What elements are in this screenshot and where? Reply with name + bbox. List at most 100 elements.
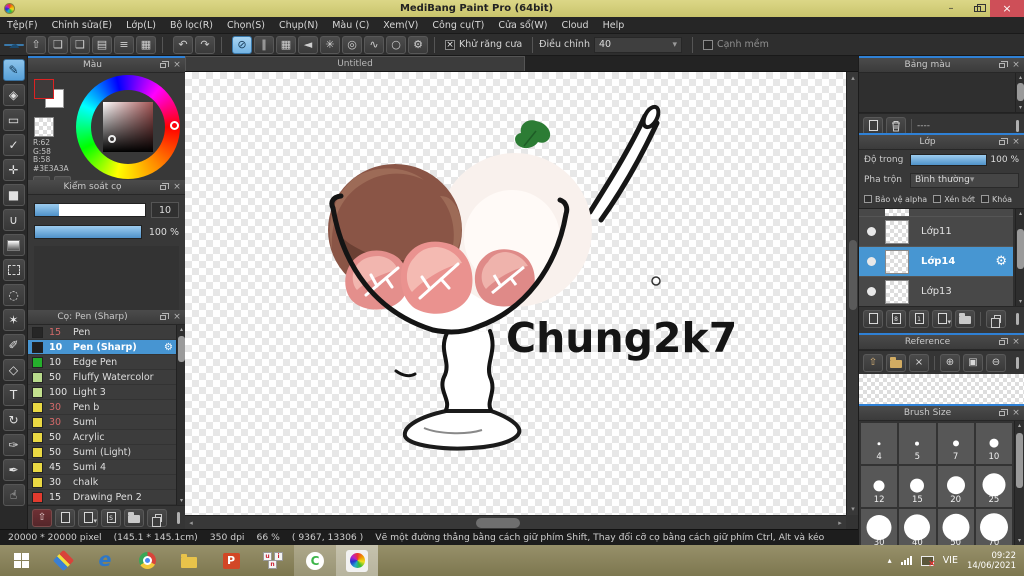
bluestacks-taskbar-icon[interactable]: [42, 545, 84, 576]
snap-concentric-button[interactable]: ◎: [342, 35, 362, 54]
scroll-down-icon[interactable]: [1016, 297, 1024, 306]
scroll-right-icon[interactable]: [834, 516, 846, 530]
brush-new-menu-button[interactable]: [78, 508, 98, 527]
brush-size-value[interactable]: 10: [151, 202, 179, 218]
layer-duplicate-button[interactable]: [986, 309, 1006, 328]
snap-settings-button[interactable]: ⚙: [408, 35, 428, 54]
snap-radial-button[interactable]: ✳: [320, 35, 340, 54]
scroll-thumb[interactable]: [849, 240, 857, 311]
lasso-tool[interactable]: ◌: [2, 284, 25, 306]
brush-size-cell[interactable]: 50: [937, 509, 974, 545]
color-wheel[interactable]: [76, 75, 180, 179]
dock-handle[interactable]: [177, 511, 180, 524]
brush-size-cell[interactable]: 15: [899, 466, 936, 507]
reference-zoom-out-button[interactable]: ⊖: [986, 353, 1006, 372]
menu-item[interactable]: Help: [596, 17, 632, 34]
menu-item[interactable]: Xem(V): [376, 17, 425, 34]
brush-item[interactable]: 15 Drawing Pen 2: [28, 490, 176, 505]
layer-row-partial[interactable]: [859, 209, 1013, 217]
menu-item[interactable]: Chỉnh sửa(E): [45, 17, 120, 34]
close-icon[interactable]: ×: [1010, 60, 1022, 71]
unikey-taskbar-icon[interactable]: u i n: [252, 545, 294, 576]
reference-preview[interactable]: [859, 374, 1024, 404]
redo-button[interactable]: ↷: [195, 35, 215, 54]
bucket-tool[interactable]: ∪: [2, 209, 25, 231]
figure-tool[interactable]: ▭: [2, 109, 25, 131]
reference-clear-button[interactable]: ×: [909, 353, 929, 372]
visibility-icon[interactable]: [867, 227, 876, 236]
scroll-down-icon[interactable]: [1016, 103, 1024, 112]
canvas-tab[interactable]: Untitled: [185, 56, 525, 71]
dock-handle[interactable]: [1016, 356, 1019, 369]
language-indicator[interactable]: VIE: [943, 555, 958, 566]
reference-fit-button[interactable]: ▣: [963, 353, 983, 372]
brush-size-cell[interactable]: 70: [975, 509, 1012, 545]
layer-1bit-button[interactable]: 1: [909, 309, 929, 328]
brush-opacity-slider[interactable]: [34, 225, 142, 239]
popout-icon[interactable]: [996, 137, 1008, 148]
sv-picker[interactable]: [103, 102, 153, 152]
gradient-tool[interactable]: [2, 234, 25, 256]
close-button[interactable]: ×: [990, 0, 1024, 17]
brush-item[interactable]: 30 Pen b: [28, 400, 176, 415]
blend-mode-dropdown[interactable]: Bình thường: [910, 172, 1019, 188]
magic-wand-tool[interactable]: ✶: [2, 309, 25, 331]
menu-item[interactable]: Lớp(L): [119, 17, 163, 34]
visibility-icon[interactable]: [867, 287, 876, 296]
close-icon[interactable]: ×: [171, 60, 183, 71]
select-eraser-tool[interactable]: ◇: [2, 359, 25, 381]
brush-item[interactable]: 100 Light 3: [28, 385, 176, 400]
menu-item[interactable]: Chụp(N): [272, 17, 325, 34]
reference-upload-button[interactable]: ⇧: [863, 353, 883, 372]
brush-item[interactable]: 10 Edge Pen: [28, 355, 176, 370]
clipping-checkbox[interactable]: Xén bớt: [933, 195, 975, 204]
pen-tool[interactable]: ✑: [2, 434, 25, 456]
layer-halftone-button[interactable]: 8: [886, 309, 906, 328]
close-icon[interactable]: ×: [1010, 337, 1022, 348]
close-icon[interactable]: ×: [1010, 137, 1022, 148]
select-pen-tool[interactable]: ✐: [2, 334, 25, 356]
gear-icon[interactable]: [164, 342, 173, 353]
cloud-upload-button[interactable]: ☁: [4, 39, 24, 50]
brush-size-cell[interactable]: 30: [861, 509, 898, 545]
layer-new-button[interactable]: [863, 309, 883, 328]
scroll-up-icon[interactable]: [1015, 421, 1024, 430]
dot-pen-tool[interactable]: ✓: [2, 134, 25, 156]
scroll-thumb[interactable]: [178, 336, 185, 362]
clock[interactable]: 09:22 14/06/2021: [967, 551, 1016, 571]
brush-item[interactable]: 30 Sumi: [28, 415, 176, 430]
brush-script-button[interactable]: S: [101, 508, 121, 527]
lock-checkbox[interactable]: Khóa: [980, 195, 1012, 204]
snap-parallel-button[interactable]: ∥: [254, 35, 274, 54]
brush-size-cell[interactable]: 5: [899, 423, 936, 464]
scroll-up-icon[interactable]: [1016, 209, 1024, 218]
transparent-swatch[interactable]: [34, 117, 54, 137]
layer-add-menu-button[interactable]: [932, 309, 952, 328]
brush-size-cell[interactable]: 40: [899, 509, 936, 545]
gear-icon[interactable]: [995, 254, 1007, 269]
close-icon[interactable]: ×: [171, 182, 183, 193]
layer-row[interactable]: Lớp13: [859, 277, 1013, 306]
brush-size-slider[interactable]: [34, 203, 146, 217]
brush-size-cell[interactable]: 12: [861, 466, 898, 507]
signal-icon[interactable]: [900, 556, 912, 565]
layer-thumbnail[interactable]: [885, 279, 909, 304]
brush-size-cell[interactable]: 25: [975, 466, 1012, 507]
palette-list[interactable]: [859, 73, 1024, 113]
rotate-view-tool[interactable]: ↻: [2, 409, 25, 431]
eraser-tool[interactable]: ◈: [2, 84, 25, 106]
soft-edge-checkbox[interactable]: Cạnh mềm: [702, 39, 769, 50]
comment-settings-button[interactable]: ❑: [70, 35, 90, 54]
brush-duplicate-button[interactable]: [147, 508, 167, 527]
brush-size-cell[interactable]: 20: [937, 466, 974, 507]
canvas[interactable]: Chung2k7: [185, 72, 846, 515]
snap-grid-button[interactable]: ▦: [276, 35, 296, 54]
explorer-taskbar-icon[interactable]: [168, 545, 210, 576]
layer-row[interactable]: Lớp11: [859, 217, 1013, 247]
snap-vanishing-point-button[interactable]: ◄: [298, 35, 318, 54]
scroll-thumb[interactable]: [1016, 433, 1023, 488]
close-icon[interactable]: ×: [1010, 408, 1022, 419]
layer-folder-button[interactable]: [955, 309, 975, 328]
brush-item[interactable]: 45 Sumi 4: [28, 460, 176, 475]
coccoc-taskbar-icon[interactable]: C: [294, 545, 336, 576]
